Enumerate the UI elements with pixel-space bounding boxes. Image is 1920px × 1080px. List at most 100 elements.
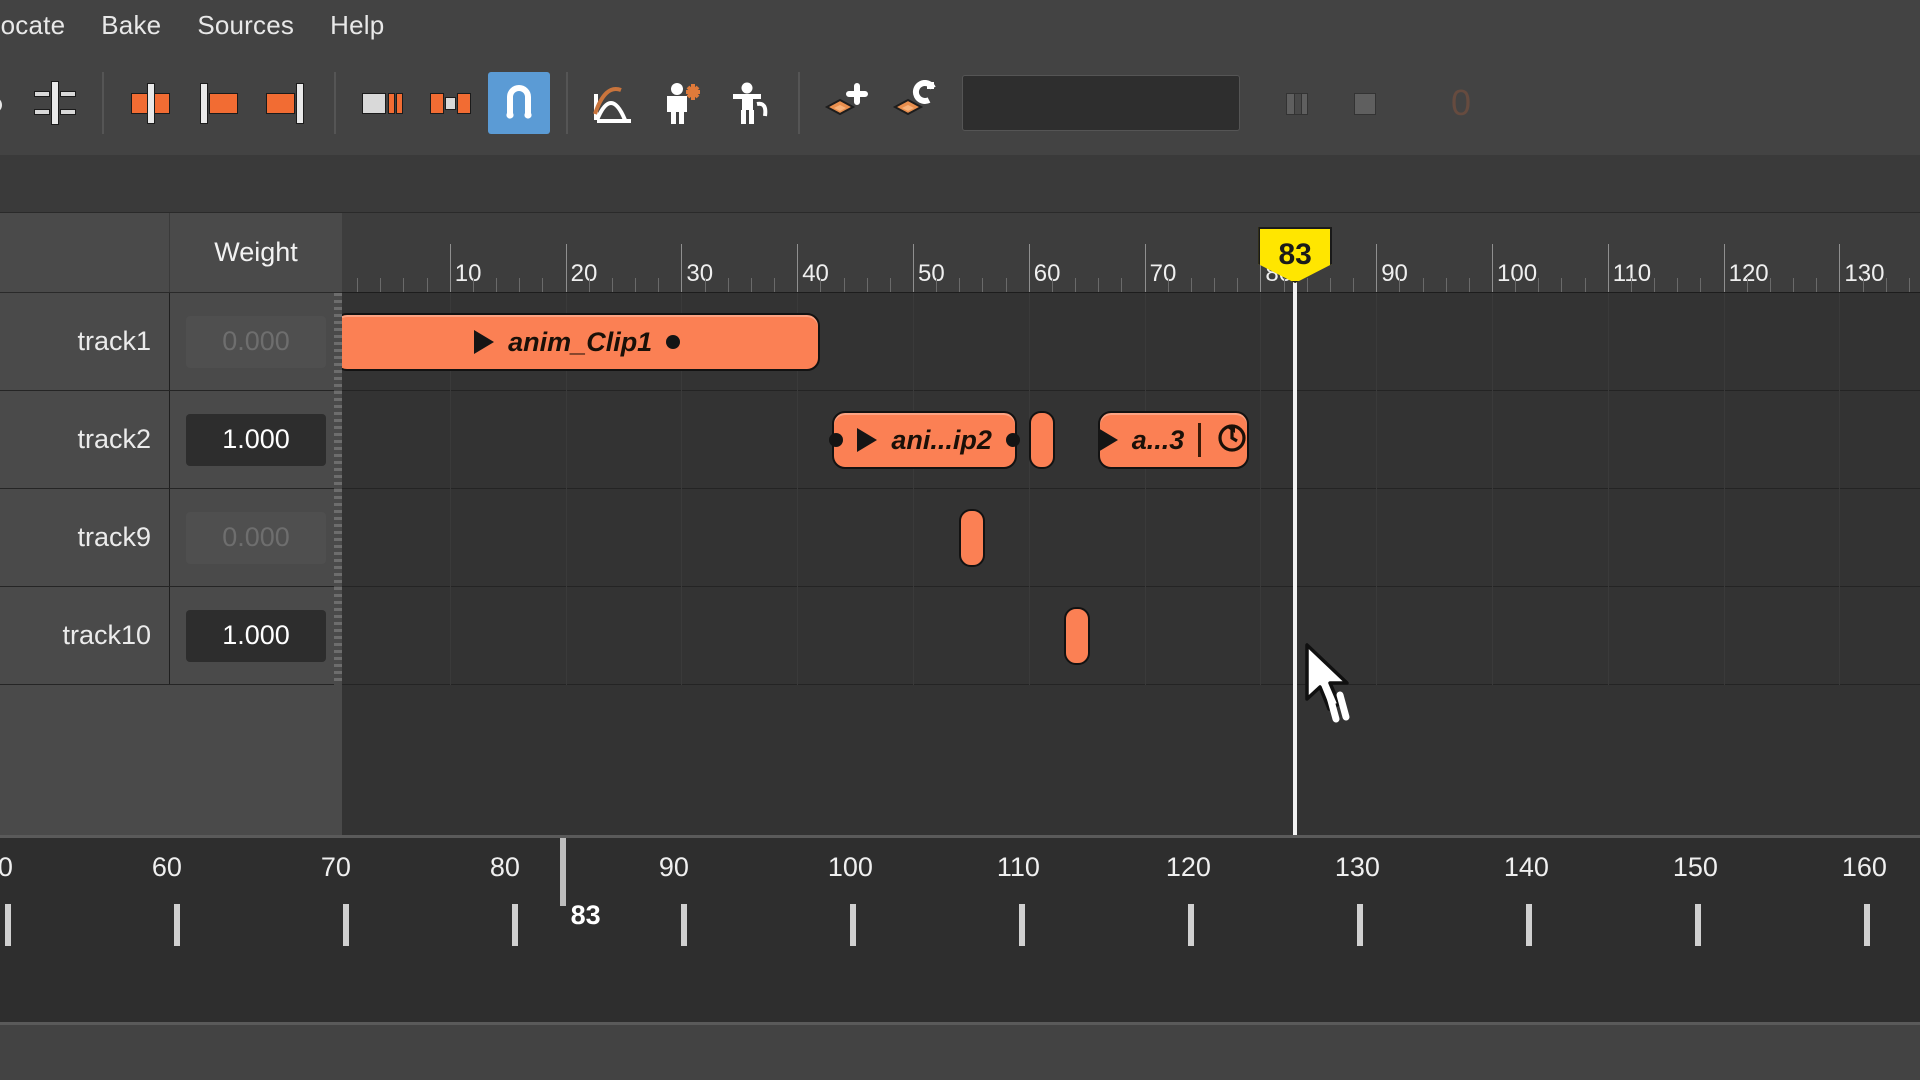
track-weight-cell[interactable]: 1.000 bbox=[170, 587, 342, 684]
track-header-row: Weight bbox=[0, 213, 342, 293]
status-bar bbox=[0, 1025, 1920, 1080]
trim-clip-start-icon[interactable] bbox=[188, 72, 250, 134]
timeline-lane[interactable] bbox=[342, 489, 1920, 587]
ruler-minor-tick bbox=[611, 278, 613, 292]
ruler-minor-tick bbox=[1630, 278, 1632, 292]
columns-right-icon[interactable] bbox=[1336, 72, 1398, 134]
time-slider[interactable]: 50 60 70 80 90 100 110 120 130 140 150 160 83 bbox=[0, 835, 1920, 1025]
anim-clip[interactable]: ani...ip2 bbox=[829, 411, 1020, 469]
toolbar-separator-2 bbox=[334, 71, 336, 134]
clip-ghost-center-icon[interactable] bbox=[420, 72, 482, 134]
clip-right-handle-icon[interactable] bbox=[666, 335, 681, 349]
anim-clip[interactable]: a...3 bbox=[1097, 411, 1249, 469]
timebar-playhead-label: 83 bbox=[570, 900, 601, 930]
dot-left-icon[interactable] bbox=[0, 72, 18, 134]
clip-ghost-left-icon[interactable] bbox=[352, 72, 414, 134]
clip-play-icon[interactable] bbox=[857, 428, 878, 452]
track-weight-cell[interactable]: 0.000 bbox=[170, 489, 342, 586]
ruler-minor-tick bbox=[1329, 278, 1331, 292]
timeline-gridline bbox=[1376, 293, 1378, 685]
ruler-minor-tick bbox=[1654, 278, 1656, 292]
panel-resize-grip[interactable] bbox=[334, 293, 342, 685]
timebar-tick bbox=[849, 904, 856, 946]
ruler-minor-tick bbox=[1098, 278, 1100, 292]
layer-cycle-icon[interactable] bbox=[884, 72, 946, 134]
track-name-label[interactable]: track9 bbox=[0, 489, 170, 586]
ruler-minor-tick bbox=[658, 278, 660, 292]
ruler-minor-tick bbox=[889, 278, 891, 292]
toolbar-group-align bbox=[0, 72, 86, 134]
clip-sliver[interactable] bbox=[1063, 607, 1090, 665]
timebar-tick-label: 140 bbox=[1503, 852, 1549, 882]
clip-sliver[interactable] bbox=[959, 509, 986, 567]
character-retarget-icon[interactable] bbox=[720, 72, 782, 134]
layer-add-icon[interactable] bbox=[816, 72, 878, 134]
ruler-minor-tick bbox=[380, 278, 382, 292]
track-name-label[interactable]: track2 bbox=[0, 391, 170, 488]
clip-sliver[interactable] bbox=[1028, 411, 1055, 469]
clip-play-icon[interactable] bbox=[1097, 428, 1118, 452]
timeline-tracks-area[interactable]: anim_Clip1 ani...ip2 a...3 bbox=[342, 293, 1920, 835]
toolbar-separator-1 bbox=[102, 71, 104, 134]
align-center-icon[interactable] bbox=[24, 72, 86, 134]
ruler-minor-tick bbox=[1445, 278, 1447, 292]
magnet-snap-icon[interactable] bbox=[488, 71, 550, 134]
weight-input[interactable]: 1.000 bbox=[186, 413, 326, 466]
weight-input[interactable]: 0.000 bbox=[186, 511, 326, 564]
ruler-minor-tick bbox=[1561, 278, 1563, 292]
clip-loop-icon[interactable] bbox=[1215, 421, 1249, 460]
columns-left-icon[interactable] bbox=[1268, 72, 1330, 134]
ruler-minor-tick bbox=[1515, 278, 1517, 292]
clip-left-handle-icon[interactable] bbox=[829, 433, 844, 447]
character-add-icon[interactable] bbox=[652, 72, 714, 134]
timeline-gridline bbox=[1144, 293, 1146, 685]
timebar-tick-label: 160 bbox=[1841, 852, 1887, 882]
timebar-tick-label: 130 bbox=[1334, 852, 1380, 882]
bell-curve-icon[interactable] bbox=[584, 72, 646, 134]
ruler-minor-tick bbox=[1769, 278, 1771, 292]
menu-item-sources[interactable]: Sources bbox=[179, 10, 312, 41]
clip-right-handle-icon[interactable] bbox=[1005, 433, 1020, 447]
zero-key-icon[interactable]: 0 bbox=[1430, 72, 1492, 134]
ruler-minor-tick bbox=[1353, 278, 1355, 292]
menu-bar: elocate Bake Sources Help bbox=[0, 0, 1920, 50]
weight-input[interactable]: 0.000 bbox=[186, 315, 326, 368]
menu-item-help[interactable]: Help bbox=[312, 10, 402, 41]
track-row-track9[interactable]: track9 0.000 bbox=[0, 489, 342, 587]
timeline-lane[interactable] bbox=[342, 587, 1920, 685]
trim-clip-end-icon[interactable] bbox=[256, 72, 318, 134]
track-weight-cell[interactable]: 0.000 bbox=[170, 293, 342, 390]
playhead-line[interactable] bbox=[1293, 265, 1298, 835]
menu-item-relocate[interactable]: elocate bbox=[0, 10, 83, 41]
ruler-minor-tick bbox=[1005, 278, 1007, 292]
timeline-gridline bbox=[1723, 293, 1725, 685]
track-row-track1[interactable]: track1 0.000 bbox=[0, 293, 342, 391]
toolbar-group-character bbox=[584, 72, 782, 134]
timebar-tick bbox=[1863, 904, 1870, 946]
track-panel-empty-area bbox=[0, 685, 342, 835]
ruler-minor-tick bbox=[357, 278, 359, 292]
ruler-minor-tick bbox=[1422, 278, 1424, 292]
split-clip-icon[interactable] bbox=[120, 72, 182, 134]
track-name-label[interactable]: track10 bbox=[0, 587, 170, 684]
menu-item-bake[interactable]: Bake bbox=[83, 10, 179, 41]
ruler-minor-tick bbox=[1793, 278, 1795, 292]
timebar-playhead[interactable] bbox=[559, 838, 566, 906]
clip-label: anim_Clip1 bbox=[508, 326, 653, 357]
ruler-minor-tick bbox=[1306, 278, 1308, 292]
layer-name-input[interactable] bbox=[962, 74, 1240, 131]
timebar-tick bbox=[1018, 904, 1025, 946]
weight-input[interactable]: 1.000 bbox=[186, 609, 326, 662]
timeline-gridline bbox=[1839, 293, 1841, 685]
timeline-ruler[interactable]: 102030405060708090100110120130 bbox=[342, 213, 1920, 293]
track-header-panel: Weight track1 0.000 track2 1.000 track9 … bbox=[0, 213, 342, 835]
clip-play-icon[interactable] bbox=[474, 330, 495, 354]
track-name-label[interactable]: track1 bbox=[0, 293, 170, 390]
ruler-tick-label: 20 bbox=[570, 260, 598, 287]
track-weight-cell[interactable]: 1.000 bbox=[170, 391, 342, 488]
track-row-track10[interactable]: track10 1.000 bbox=[0, 587, 342, 685]
anim-clip[interactable]: anim_Clip1 bbox=[342, 313, 821, 371]
timebar-tick bbox=[173, 904, 180, 946]
weight-column-header[interactable]: Weight bbox=[170, 213, 342, 292]
track-row-track2[interactable]: track2 1.000 bbox=[0, 391, 342, 489]
